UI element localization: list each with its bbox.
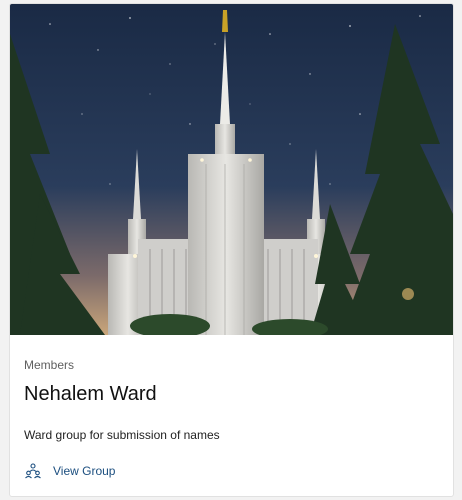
group-card[interactable]: Members Nehalem Ward Ward group for subm… [9,3,454,497]
temple-image [10,4,453,335]
category-label: Members [24,358,75,372]
group-title[interactable]: Nehalem Ward [24,383,157,406]
group-description: Ward group for submission of names [24,428,220,442]
group-people-icon [25,463,41,479]
view-group-label: View Group [53,464,116,478]
view-group-link[interactable]: View Group [24,462,115,480]
